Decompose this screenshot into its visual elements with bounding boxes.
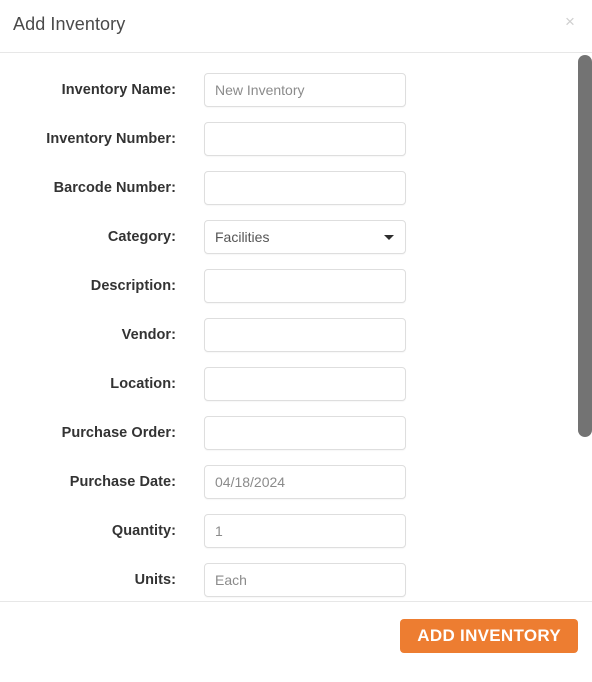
- field-wrap-purchase-order: [204, 415, 406, 450]
- page-title: Add Inventory: [13, 14, 126, 34]
- select-value-category[interactable]: Facilities: [204, 219, 406, 254]
- label-description: Description:: [90, 277, 176, 294]
- scrollbar-track[interactable]: [578, 53, 592, 601]
- input-location[interactable]: [204, 366, 406, 401]
- input-inventory-number[interactable]: [204, 121, 406, 156]
- field-wrap-inventory-number: [204, 121, 406, 156]
- label-barcode-number: Barcode Number:: [53, 179, 176, 196]
- scrollbar-thumb[interactable]: [578, 55, 592, 437]
- modal-body: Inventory Name: Inventory Number: Barcode …: [0, 53, 592, 601]
- form-row-description: Description:: [0, 261, 592, 310]
- field-wrap-units: [204, 562, 406, 597]
- field-wrap-quantity: [204, 513, 406, 548]
- input-purchase-order[interactable]: [204, 415, 406, 450]
- label-purchase-date: Purchase Date:: [69, 473, 176, 490]
- label-purchase-order: Purchase Order:: [61, 424, 176, 441]
- field-wrap-purchase-date: [204, 464, 406, 499]
- input-purchase-date[interactable]: [204, 464, 406, 499]
- modal-footer: ADD INVENTORY: [0, 601, 592, 682]
- label-category: Category:: [107, 228, 176, 245]
- input-vendor[interactable]: [204, 317, 406, 352]
- form-row-purchase-order: Purchase Order:: [0, 408, 592, 457]
- form-row-barcode-number: Barcode Number:: [0, 163, 592, 212]
- form-row-vendor: Vendor:: [0, 310, 592, 359]
- form-row-units: Units:: [0, 555, 592, 601]
- field-wrap-location: [204, 366, 406, 401]
- input-quantity[interactable]: [204, 513, 406, 548]
- modal-header: Add Inventory ×: [0, 0, 592, 53]
- form-row-category: Category: Facilities: [0, 212, 592, 261]
- add-inventory-button[interactable]: ADD INVENTORY: [400, 619, 578, 653]
- label-units: Units:: [134, 571, 176, 588]
- input-units[interactable]: [204, 562, 406, 597]
- field-wrap-vendor: [204, 317, 406, 352]
- close-icon[interactable]: ×: [559, 11, 581, 33]
- label-inventory-number: Inventory Number:: [46, 130, 176, 147]
- field-wrap-category: Facilities: [204, 219, 406, 254]
- add-inventory-modal: Add Inventory × Inventory Name:Inventory…: [0, 0, 592, 682]
- input-inventory-name[interactable]: [204, 72, 406, 107]
- field-wrap-inventory-name: [204, 72, 406, 107]
- field-wrap-description: [204, 268, 406, 303]
- label-vendor: Vendor:: [121, 326, 176, 343]
- form-row-inventory-number: Inventory Number:: [0, 114, 592, 163]
- input-description[interactable]: [204, 268, 406, 303]
- select-category[interactable]: Facilities: [204, 219, 406, 254]
- form-row-purchase-date: Purchase Date:: [0, 457, 592, 506]
- label-location: Location:: [110, 375, 176, 392]
- label-quantity: Quantity:: [111, 522, 176, 539]
- form-row-inventory-name: Inventory Name:: [0, 65, 592, 114]
- inventory-form: Inventory Name: Inventory Number: Barcode …: [0, 53, 592, 601]
- label-inventory-name: Inventory Name:: [61, 81, 176, 98]
- field-wrap-barcode-number: [204, 170, 406, 205]
- input-barcode-number[interactable]: [204, 170, 406, 205]
- form-row-location: Location:: [0, 359, 592, 408]
- form-row-quantity: Quantity:: [0, 506, 592, 555]
